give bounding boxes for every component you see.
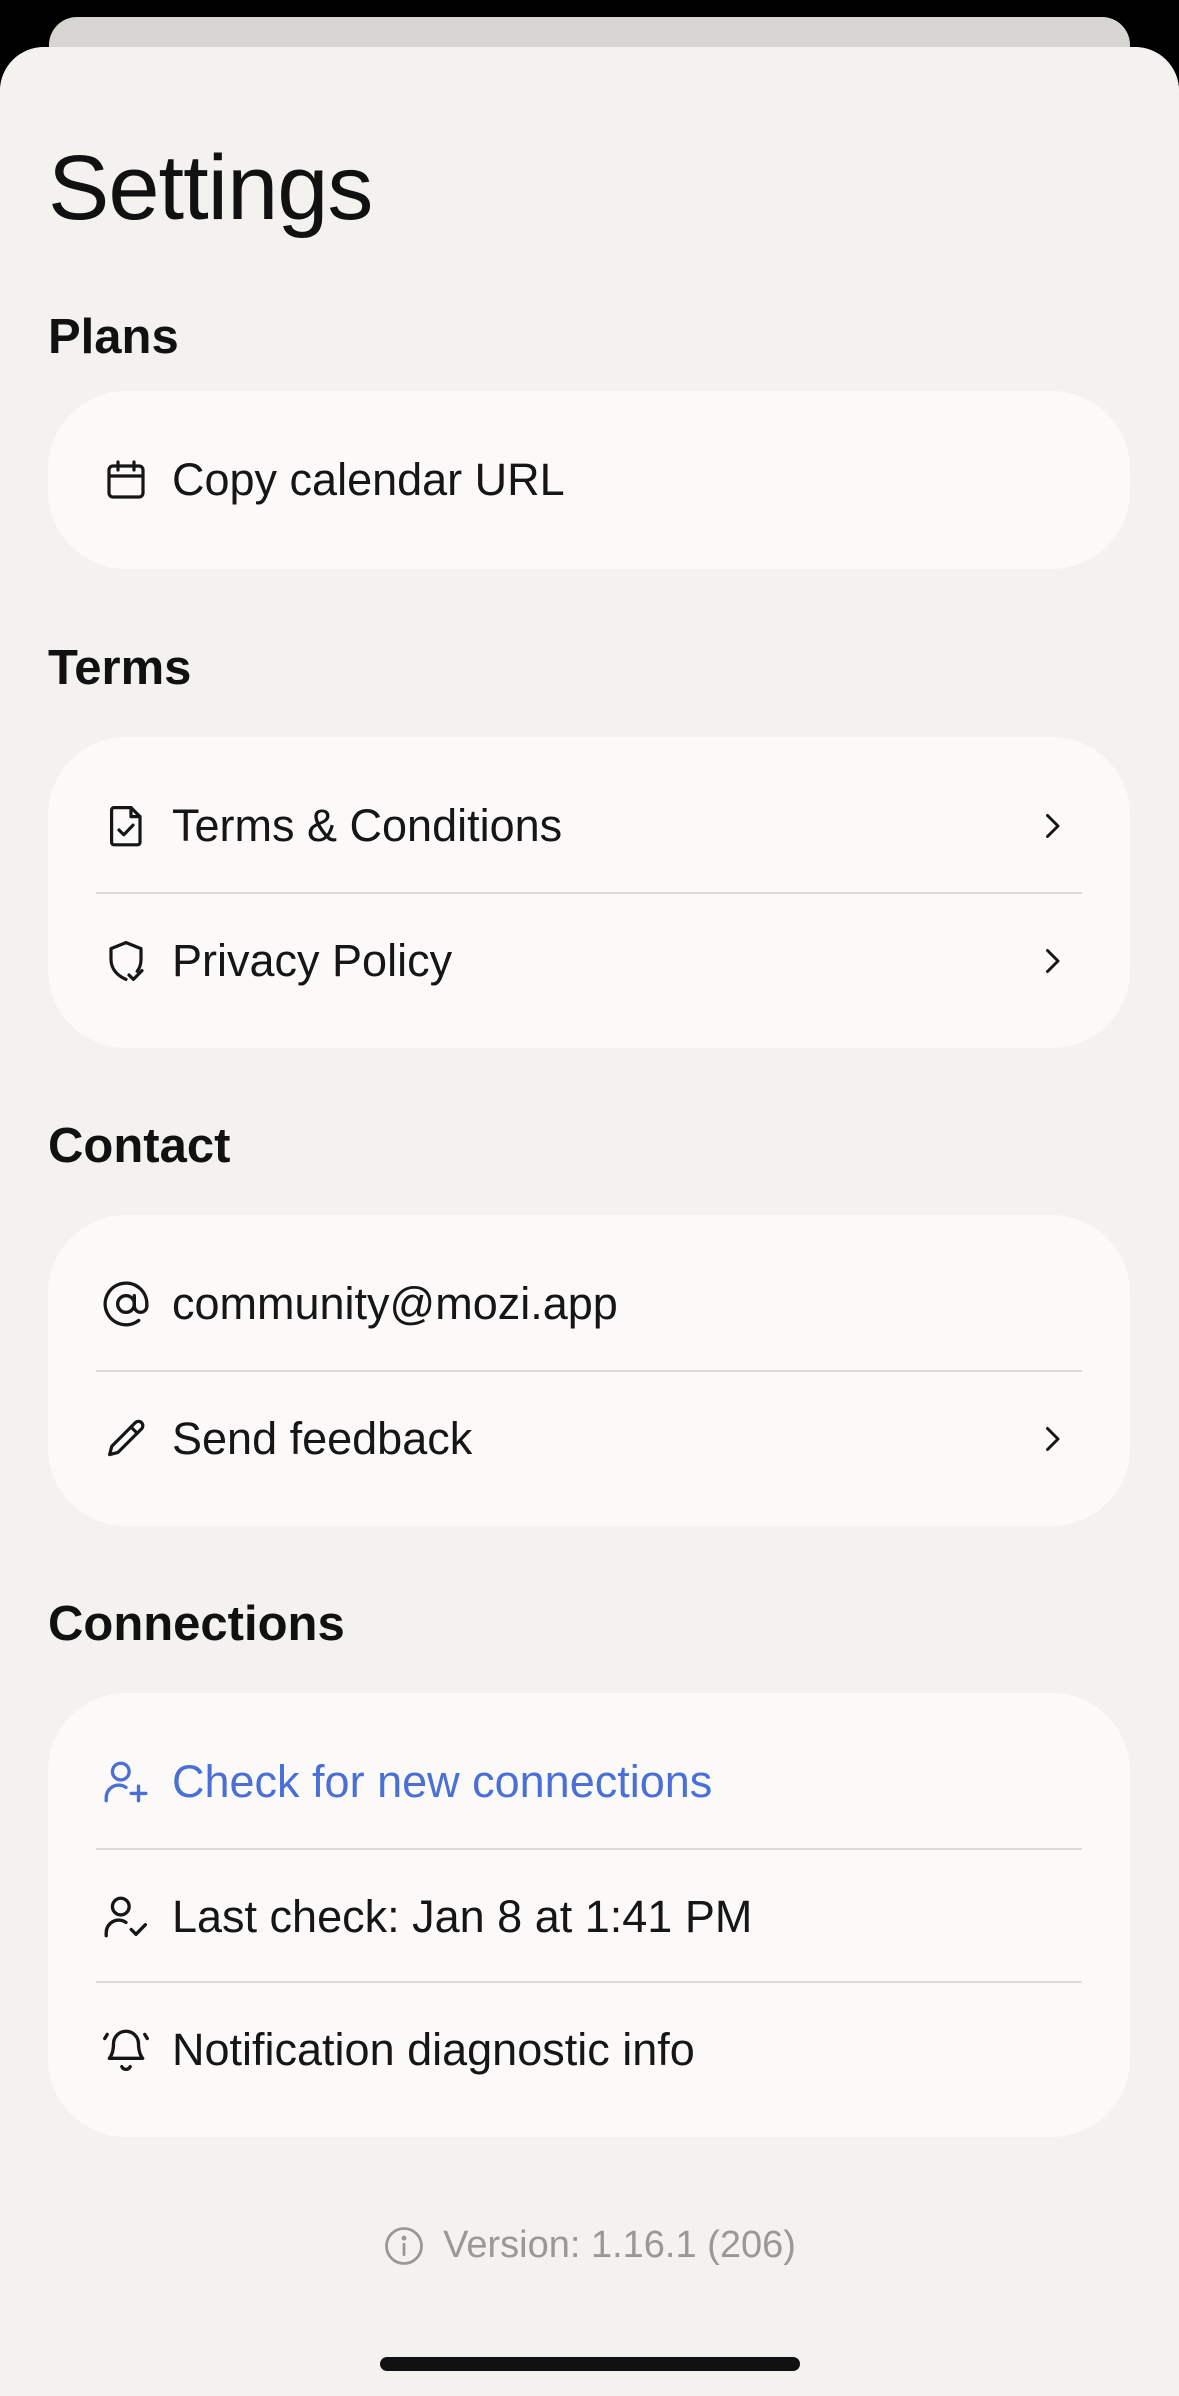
privacy-policy-label: Privacy Policy [172, 934, 453, 986]
shield-check-icon [100, 935, 152, 987]
last-check-row: Last check: Jan 8 at 1:41 PM [96, 1850, 1082, 1983]
privacy-policy-row[interactable]: Privacy Policy [96, 894, 1082, 1027]
last-check-label: Last check: Jan 8 at 1:41 PM [172, 1890, 753, 1942]
title-bar: Settings [0, 47, 1179, 307]
calendar-icon [100, 454, 152, 506]
send-feedback-label: Send feedback [172, 1412, 473, 1464]
card-terms: Terms & Conditions Privacy Policy [48, 737, 1130, 1048]
send-feedback-row[interactable]: Send feedback [96, 1372, 1082, 1505]
chevron-right-icon [1032, 941, 1072, 981]
card-plans: Copy calendar URL [48, 391, 1130, 569]
settings-sheet: Plans Copy calendar URL Terms Terms & Co… [0, 47, 1179, 2396]
page-title: Settings [48, 137, 373, 239]
document-check-icon [100, 800, 152, 852]
section-heading-plans: Plans [48, 310, 179, 364]
copy-calendar-url-row[interactable]: Copy calendar URL [96, 413, 1082, 546]
notification-diagnostic-label: Notification diagnostic info [172, 2023, 695, 2075]
card-connections: Check for new connections Last check: Ja… [48, 1693, 1130, 2137]
section-heading-terms: Terms [48, 641, 192, 695]
section-heading-contact: Contact [48, 1119, 231, 1173]
user-plus-icon [100, 1756, 152, 1808]
card-contact: community@mozi.app Send feedback [48, 1215, 1130, 1526]
info-icon [383, 2225, 425, 2267]
check-new-connections-label: Check for new connections [172, 1755, 713, 1807]
check-new-connections-row[interactable]: Check for new connections [96, 1715, 1082, 1848]
settings-scroll-area[interactable]: Plans Copy calendar URL Terms Terms & Co… [0, 307, 1179, 2396]
notification-diagnostic-row[interactable]: Notification diagnostic info [96, 1983, 1082, 2116]
title-bar-edge [0, 307, 1179, 308]
home-indicator[interactable] [380, 2357, 800, 2371]
copy-calendar-url-label: Copy calendar URL [172, 453, 565, 505]
version-info: Version: 1.16.1 (206) [0, 2224, 1179, 2267]
terms-conditions-label: Terms & Conditions [172, 799, 563, 851]
pencil-icon [100, 1413, 152, 1465]
user-check-icon [100, 1891, 152, 1943]
community-email-label: community@mozi.app [172, 1277, 618, 1329]
at-sign-icon [100, 1278, 152, 1330]
chevron-right-icon [1032, 1419, 1072, 1459]
section-heading-connections: Connections [48, 1597, 345, 1651]
terms-conditions-row[interactable]: Terms & Conditions [96, 759, 1082, 892]
bell-icon [100, 2024, 152, 2076]
chevron-right-icon [1032, 806, 1072, 846]
community-email-row[interactable]: community@mozi.app [96, 1237, 1082, 1370]
version-text: Version: 1.16.1 (206) [443, 2224, 796, 2266]
